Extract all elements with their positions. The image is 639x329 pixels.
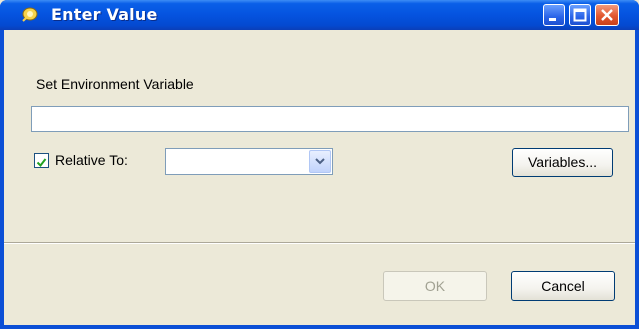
variables-button[interactable]: Variables... [512,148,613,177]
prompt-label: Set Environment Variable [36,76,194,92]
checkmark-icon [36,158,47,168]
minimize-icon [549,18,556,21]
value-input[interactable] [31,106,629,132]
relative-to-label: Relative To: [55,152,128,168]
close-icon [601,9,613,21]
window-title: Enter Value [51,5,158,24]
ok-button[interactable]: OK [383,271,487,301]
maximize-button[interactable] [569,4,591,26]
close-button[interactable] [595,4,619,26]
title-bar[interactable]: Enter Value [0,0,639,30]
relative-to-dropdown[interactable] [165,148,333,175]
chevron-down-icon [315,158,325,165]
maximize-icon [573,8,587,22]
cancel-button[interactable]: Cancel [511,271,615,301]
separator [4,242,635,244]
minimize-button[interactable] [543,4,565,26]
dialog-window: Enter Value Set Environment Variable Rel… [0,0,639,329]
dropdown-button[interactable] [309,150,331,173]
app-icon [22,7,38,22]
relative-to-checkbox[interactable] [34,153,49,168]
